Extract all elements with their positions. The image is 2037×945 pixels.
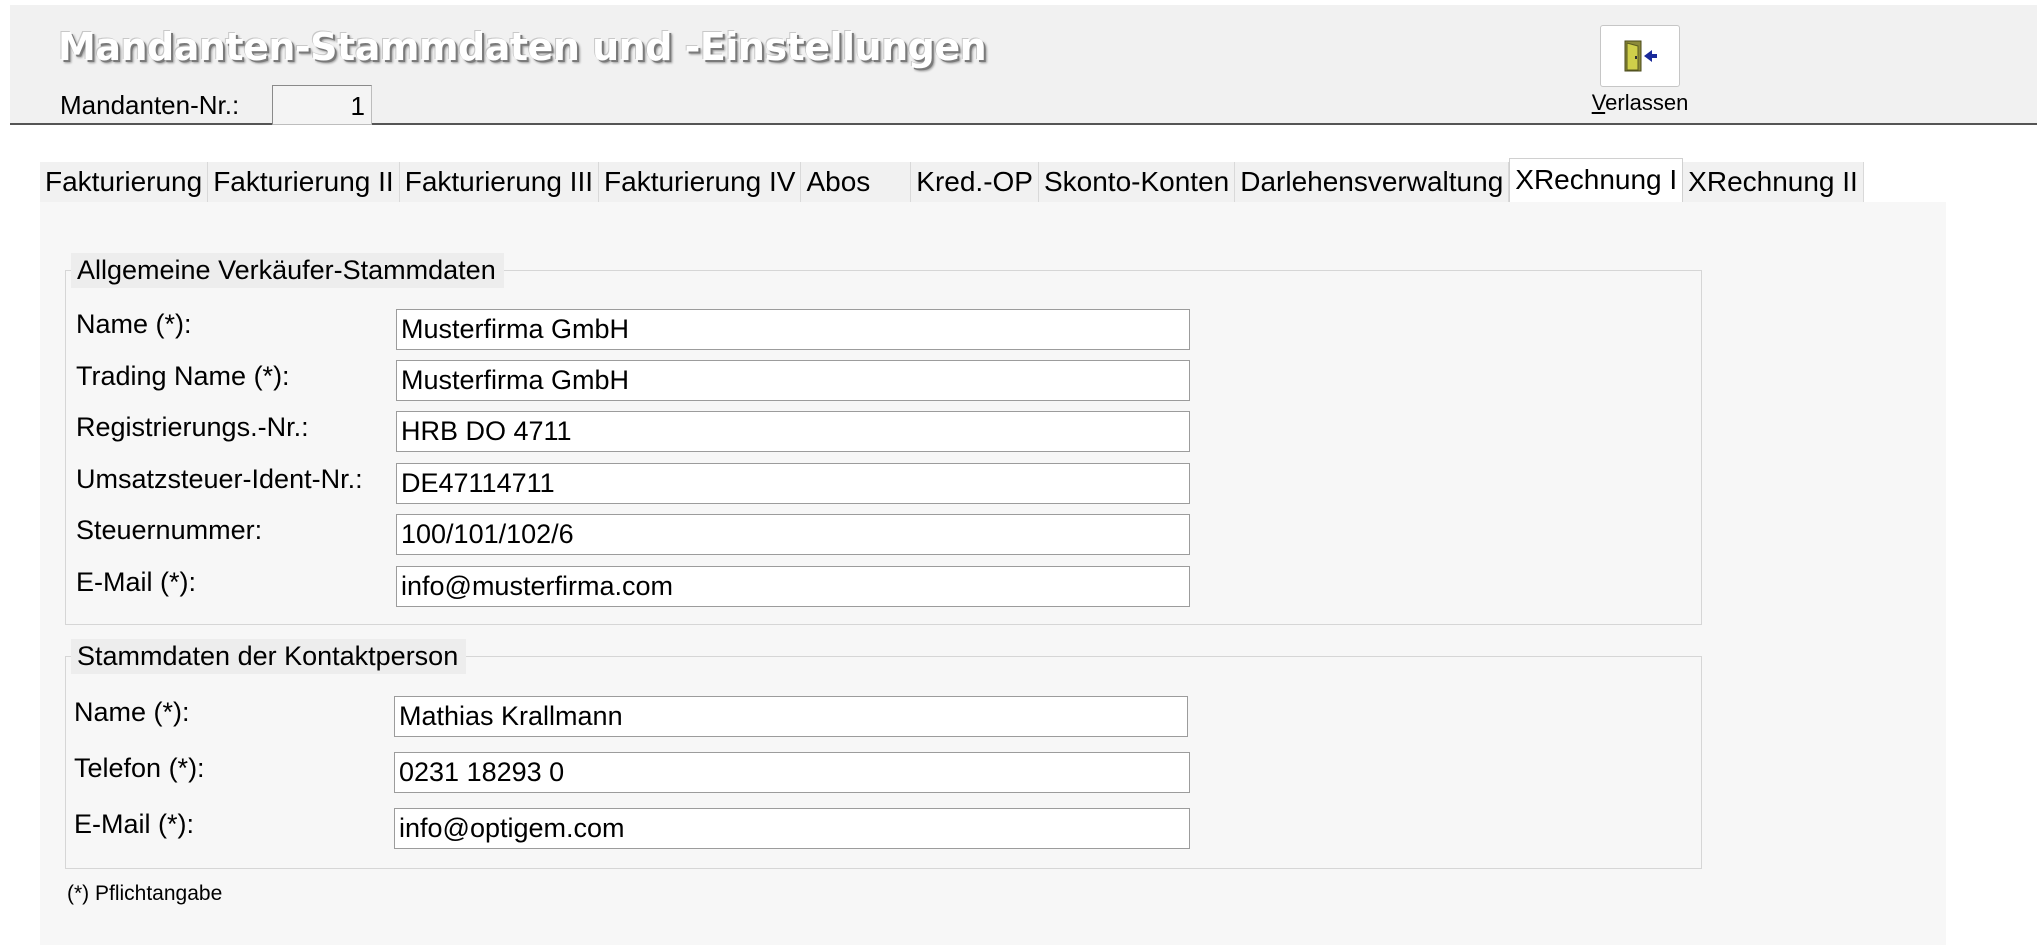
tab-kred-op[interactable]: Kred.-OP bbox=[911, 162, 1039, 202]
registration-number-field[interactable]: HRB DO 4711 bbox=[396, 411, 1190, 452]
seller-group: Allgemeine Verkäufer-Stammdaten Name (*)… bbox=[65, 253, 1702, 625]
mandant-number-label: Mandanten-Nr.: bbox=[60, 90, 240, 120]
seller-group-title: Allgemeine Verkäufer-Stammdaten bbox=[71, 253, 504, 288]
required-footnote: (*) Pflichtangabe bbox=[67, 882, 223, 905]
tab-abos[interactable]: Abos bbox=[801, 162, 912, 202]
contact-group-title: Stammdaten der Kontaktperson bbox=[71, 639, 467, 674]
exit-door-icon bbox=[1624, 40, 1657, 72]
exit-button-label[interactable]: Verlassen bbox=[1570, 90, 1710, 116]
tab-bar: Fakturierung Fakturierung II Fakturierun… bbox=[40, 158, 1864, 202]
seller-name-label: Name (*): bbox=[76, 309, 192, 339]
seller-name-field[interactable]: Musterfirma GmbH bbox=[396, 309, 1190, 350]
contact-name-field[interactable]: Mathias Krallmann bbox=[394, 696, 1188, 737]
tax-number-label: Steuernummer: bbox=[76, 515, 263, 545]
trading-name-field[interactable]: Musterfirma GmbH bbox=[396, 360, 1190, 401]
tab-xrechnung-2[interactable]: XRechnung II bbox=[1683, 162, 1864, 202]
mandant-number-field: 1 bbox=[272, 85, 372, 125]
tab-panel-xrechnung-1: Allgemeine Verkäufer-Stammdaten Name (*)… bbox=[40, 202, 1946, 945]
tab-fakturierung[interactable]: Fakturierung bbox=[40, 162, 209, 202]
seller-email-field[interactable]: info@musterfirma.com bbox=[396, 566, 1190, 607]
vat-id-label: Umsatzsteuer-Ident-Nr.: bbox=[76, 464, 363, 494]
trading-name-label: Trading Name (*): bbox=[76, 361, 290, 391]
contact-phone-label: Telefon (*): bbox=[74, 753, 205, 783]
settings-window: Mandanten-Stammdaten und -Einstellungen … bbox=[0, 0, 2037, 945]
contact-group: Stammdaten der Kontaktperson Name (*): M… bbox=[65, 639, 1702, 869]
registration-number-label: Registrierungs.-Nr.: bbox=[76, 412, 309, 442]
vat-id-field[interactable]: DE47114711 bbox=[396, 463, 1190, 504]
tab-skonto-konten[interactable]: Skonto-Konten bbox=[1038, 162, 1236, 202]
contact-email-field[interactable]: info@optigem.com bbox=[394, 808, 1190, 849]
tab-fakturierung-3[interactable]: Fakturierung III bbox=[399, 162, 600, 202]
tab-fakturierung-2[interactable]: Fakturierung II bbox=[208, 162, 400, 202]
tab-fakturierung-4[interactable]: Fakturierung IV bbox=[599, 162, 802, 202]
seller-email-label: E-Mail (*): bbox=[76, 567, 196, 597]
contact-email-label: E-Mail (*): bbox=[74, 809, 194, 839]
tax-number-field[interactable]: 100/101/102/6 bbox=[396, 514, 1190, 555]
contact-name-label: Name (*): bbox=[74, 697, 190, 727]
window-header: Mandanten-Stammdaten und -Einstellungen … bbox=[10, 5, 2037, 125]
exit-label-rest: erlassen bbox=[1605, 90, 1689, 115]
page-title: Mandanten-Stammdaten und -Einstellungen bbox=[58, 25, 987, 69]
tab-xrechnung-1[interactable]: XRechnung I bbox=[1509, 158, 1684, 202]
tab-darlehensverwaltung[interactable]: Darlehensverwaltung bbox=[1235, 162, 1510, 202]
contact-phone-field[interactable]: 0231 18293 0 bbox=[394, 752, 1190, 793]
exit-mnemonic: V bbox=[1591, 90, 1606, 115]
exit-button[interactable] bbox=[1600, 25, 1680, 87]
